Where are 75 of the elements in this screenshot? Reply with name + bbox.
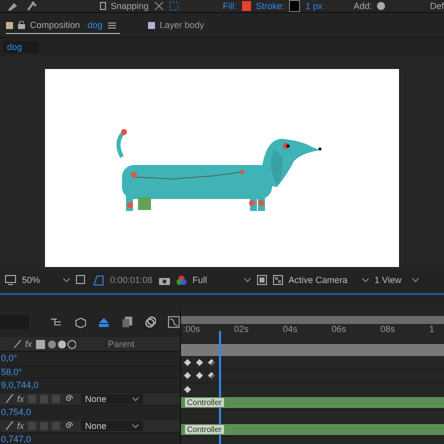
chevron-down-icon [412,278,419,282]
motion-blur-icon[interactable] [144,316,156,328]
chevron-down-icon [63,278,70,282]
property-value[interactable]: 0,747,0 [1,434,32,444]
pickwhip-spiral-icon[interactable] [64,421,74,430]
grid-icon[interactable] [168,1,179,11]
chevron-down-icon [132,424,140,428]
composition-breadcrumb[interactable]: dog [3,41,39,53]
color-channels-icon[interactable] [176,274,187,286]
stroke-label: Stroke: [256,1,284,11]
keyframe-icon[interactable] [184,372,192,380]
pen-tool-icon[interactable] [6,1,20,11]
camera-dropdown[interactable]: Active Camera [288,275,369,285]
fill-label: Fill: [222,1,237,11]
region-icon[interactable] [76,274,87,286]
layer-bar-label: Controller [185,398,224,408]
keyframe-icon[interactable] [208,372,216,380]
add-icon[interactable] [376,2,385,10]
panel-tab[interactable]: Layer body [148,17,208,33]
stroke-width-value[interactable]: 1 px [305,1,322,11]
zoom-dropdown[interactable]: 50% [22,275,70,285]
fx-label: fx [17,420,24,431]
timecode[interactable]: 0:00:01:08 [110,275,153,285]
ruler-label: :00s [183,324,200,336]
keyframe-icon[interactable] [184,386,192,393]
slash-icon[interactable] [6,421,13,430]
keyframe-icon[interactable] [196,372,204,380]
ruler-label: 08s [380,324,396,336]
property-value[interactable]: 58,0° [1,366,22,377]
workspace-label[interactable]: Def [430,1,444,11]
hierarchy-icon[interactable] [51,317,63,327]
label-color-swatch[interactable] [148,22,155,28]
ruler-label: 1 [429,324,436,336]
parent-column-header: Parent [108,339,135,349]
fx-label: fx [17,394,24,404]
panel-tab[interactable]: Composition dog [6,17,120,34]
checkerboard-icon[interactable] [272,275,283,285]
parent-dropdown[interactable]: None [81,394,144,404]
pickwhip-spiral-icon[interactable] [64,394,74,404]
layer-bar[interactable]: Controller [181,424,444,436]
chevron-down-icon [132,396,140,401]
property-value[interactable]: 0,754,0 [1,407,32,418]
snap-icon[interactable] [154,1,164,11]
work-area-bar[interactable] [181,342,444,356]
lock-icon[interactable] [18,21,25,29]
property-value[interactable]: 9,0,744,0 [1,380,39,390]
graph-editor-icon[interactable] [168,316,180,328]
time-ruler[interactable]: :00s 02s 04s 06s 08s 1 [181,324,444,337]
frame-blend-icon[interactable] [122,316,133,328]
property-value[interactable]: 0,0° [1,353,18,364]
snapping-label: Snapping [110,1,149,11]
effects-switch-header: fx [25,339,32,349]
camera-icon[interactable] [158,276,170,284]
slash-icon[interactable] [6,394,13,404]
monitor-icon[interactable] [5,275,16,285]
ruler-label: 06s [332,324,346,336]
fill-swatch[interactable] [242,1,251,11]
keyframe-icon[interactable] [208,358,216,366]
chevron-down-icon [244,278,251,282]
frame-icon[interactable] [256,275,267,285]
view-layout-dropdown[interactable]: 1 View [374,275,419,285]
chevron-down-icon [362,278,369,282]
layer-bar-label: Controller [185,425,224,434]
keyframe-icon[interactable] [184,358,192,366]
snapping-checkbox[interactable] [100,2,106,10]
label-color-swatch[interactable] [6,22,13,28]
stroke-swatch[interactable] [289,0,300,12]
add-label: Add: [353,1,372,11]
keyframe-icon[interactable] [196,358,204,366]
resolution-dropdown[interactable]: Full [192,275,251,285]
layer-bar[interactable]: Controller [181,397,444,408]
ruler-label: 04s [282,324,298,336]
parent-dropdown[interactable]: None [81,420,144,431]
menu-icon[interactable] [108,22,116,28]
ruler-label: 02s [234,324,249,336]
